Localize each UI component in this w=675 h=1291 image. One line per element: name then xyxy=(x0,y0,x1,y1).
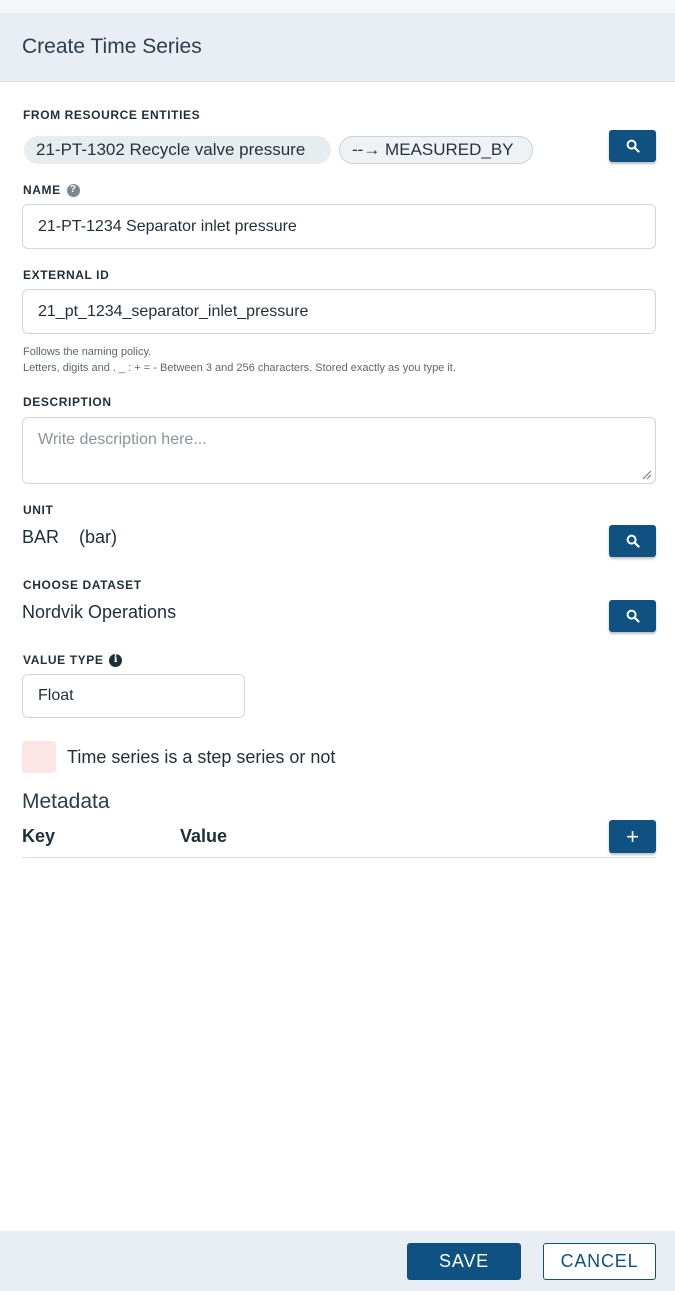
resource-entity-chip[interactable]: 21-PT-1302 Recycle valve pressure xyxy=(24,136,331,164)
description-placeholder: Write description here... xyxy=(38,431,207,448)
external-id-help-line1: Follows the naming policy. xyxy=(23,346,152,358)
metadata-divider xyxy=(22,857,656,858)
value-type-label: VALUE TYPE i xyxy=(23,653,123,667)
add-metadata-button[interactable]: + xyxy=(609,820,656,853)
external-id-label: EXTERNAL ID xyxy=(23,268,110,282)
search-icon xyxy=(626,609,640,623)
name-label: NAME ? xyxy=(23,183,80,197)
step-series-checkbox[interactable] xyxy=(22,741,56,773)
step-series-label: Time series is a step series or not xyxy=(67,747,336,767)
unit-value: BAR (bar) xyxy=(22,527,118,547)
value-type-select[interactable]: Float xyxy=(22,674,245,718)
dataset-search-button[interactable] xyxy=(609,600,656,632)
dialog-header: Create Time Series xyxy=(0,13,675,82)
cancel-button[interactable]: CANCEL xyxy=(543,1243,656,1280)
top-strip xyxy=(0,0,675,13)
metadata-key-header: Key xyxy=(22,826,56,846)
info-icon[interactable]: i xyxy=(109,653,123,667)
search-icon xyxy=(626,534,640,548)
resource-search-button[interactable] xyxy=(609,130,656,162)
question-icon[interactable]: ? xyxy=(66,183,80,197)
metadata-title: Metadata xyxy=(22,790,110,813)
resource-entities-label: FROM RESOURCE ENTITIES xyxy=(23,108,201,122)
description-textarea[interactable]: Write description here... xyxy=(22,417,656,484)
name-input[interactable]: 21-PT-1234 Separator inlet pressure xyxy=(22,204,656,249)
save-button[interactable]: SAVE xyxy=(407,1243,521,1280)
resize-grip-icon[interactable] xyxy=(642,470,652,480)
dialog-title: Create Time Series xyxy=(22,35,202,58)
relation-chip[interactable]: --→ MEASURED_BY xyxy=(339,136,533,164)
unit-search-button[interactable] xyxy=(609,525,656,557)
external-id-input[interactable]: 21_pt_1234_separator_inlet_pressure xyxy=(22,289,656,334)
description-label: DESCRIPTION xyxy=(23,395,112,409)
dataset-label: CHOOSE DATASET xyxy=(23,578,142,592)
dialog-footer: SAVE CANCEL xyxy=(0,1231,675,1291)
unit-label: UNIT xyxy=(23,503,54,517)
dataset-value: Nordvik Operations xyxy=(22,602,177,622)
search-icon xyxy=(626,139,640,153)
metadata-value-header: Value xyxy=(180,826,228,846)
external-id-help-line2: Letters, digits and . _ : + = - Between … xyxy=(23,362,456,374)
